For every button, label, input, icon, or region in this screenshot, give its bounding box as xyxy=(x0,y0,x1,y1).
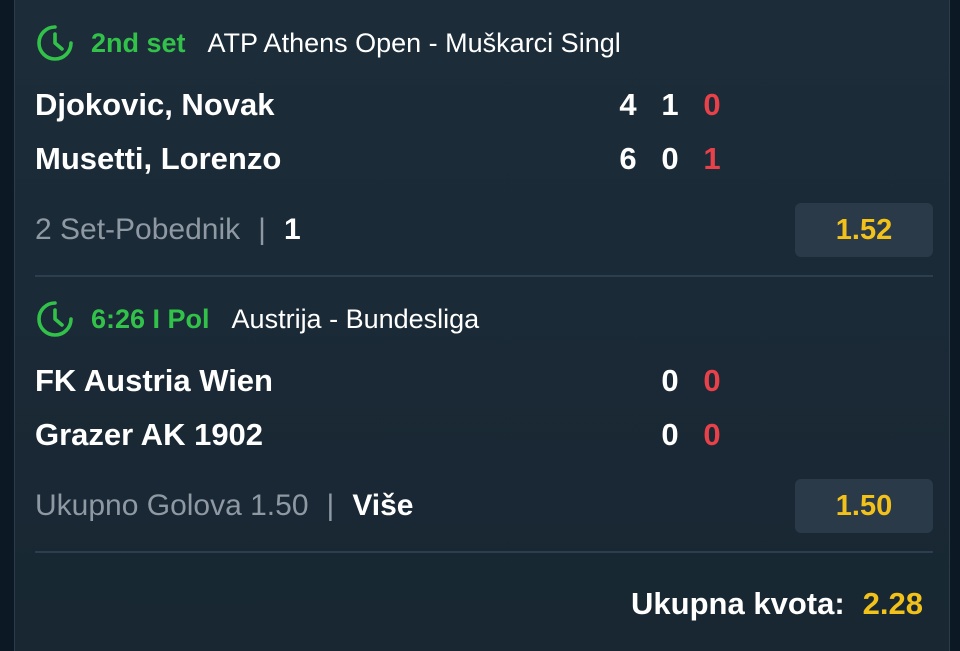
half-score: 0 xyxy=(661,417,679,452)
team-name: Djokovic, Novak xyxy=(35,87,275,122)
odd-button[interactable]: 1.52 xyxy=(795,203,933,257)
market-label: 2 Set-Pobednik xyxy=(35,213,241,246)
score-group: 0 0 xyxy=(649,354,733,408)
bet-slip-panel: 2nd set ATP Athens Open - Muškarci Singl… xyxy=(14,0,950,651)
league-name: ATP Athens Open - Muškarci Singl xyxy=(207,27,621,58)
market-row: 2 Set-Pobednik | 1 1.52 xyxy=(35,200,933,260)
set-score: 4 xyxy=(619,87,637,122)
match-status: 6:26 I Pol xyxy=(91,303,210,334)
clock-icon xyxy=(37,301,73,337)
score-group: 0 0 xyxy=(649,408,733,462)
current-score: 0 xyxy=(703,363,721,398)
divider xyxy=(35,275,933,277)
divider xyxy=(35,551,933,553)
total-odds-label: Ukupna kvota: xyxy=(631,586,845,621)
league-name: Austrija - Bundesliga xyxy=(231,303,480,334)
half-score: 0 xyxy=(661,363,679,398)
team-name: Grazer AK 1902 xyxy=(35,417,264,452)
total-odds-value: 2.28 xyxy=(862,586,923,621)
match-status: 2nd set xyxy=(91,27,186,58)
clock-icon xyxy=(37,25,73,61)
team-row: Musetti, Lorenzo 6 0 1 xyxy=(35,132,933,186)
team-name: Musetti, Lorenzo xyxy=(35,141,282,176)
separator: | xyxy=(326,489,335,522)
total-odds: Ukupna kvota: 2.28 xyxy=(631,586,923,622)
set-score: 1 xyxy=(661,87,679,122)
separator: | xyxy=(258,213,266,246)
odd-button[interactable]: 1.50 xyxy=(795,479,933,533)
match-card: 6:26 I Pol Austrija - Bundesliga FK Aust… xyxy=(35,298,933,536)
team-row: Djokovic, Novak 4 1 0 xyxy=(35,78,933,132)
team-row: FK Austria Wien 0 0 xyxy=(35,354,933,408)
market-label: Ukupno Golova 1.50 xyxy=(35,489,309,522)
pick-label: 1 xyxy=(283,213,301,246)
current-score: 0 xyxy=(703,417,721,452)
score-group: 4 1 0 xyxy=(607,78,733,132)
pick-label: Više xyxy=(352,489,414,522)
set-score: 6 xyxy=(619,141,637,176)
match-header: 6:26 I Pol Austrija - Bundesliga xyxy=(35,298,933,340)
current-score: 1 xyxy=(703,141,721,176)
team-row: Grazer AK 1902 0 0 xyxy=(35,408,933,462)
current-score: 0 xyxy=(703,87,721,122)
set-score: 0 xyxy=(661,141,679,176)
team-name: FK Austria Wien xyxy=(35,363,273,398)
market-row: Ukupno Golova 1.50 | Više 1.50 xyxy=(35,476,933,536)
match-header: 2nd set ATP Athens Open - Muškarci Singl xyxy=(35,22,933,64)
match-card: 2nd set ATP Athens Open - Muškarci Singl… xyxy=(35,22,933,260)
score-group: 6 0 1 xyxy=(607,132,733,186)
